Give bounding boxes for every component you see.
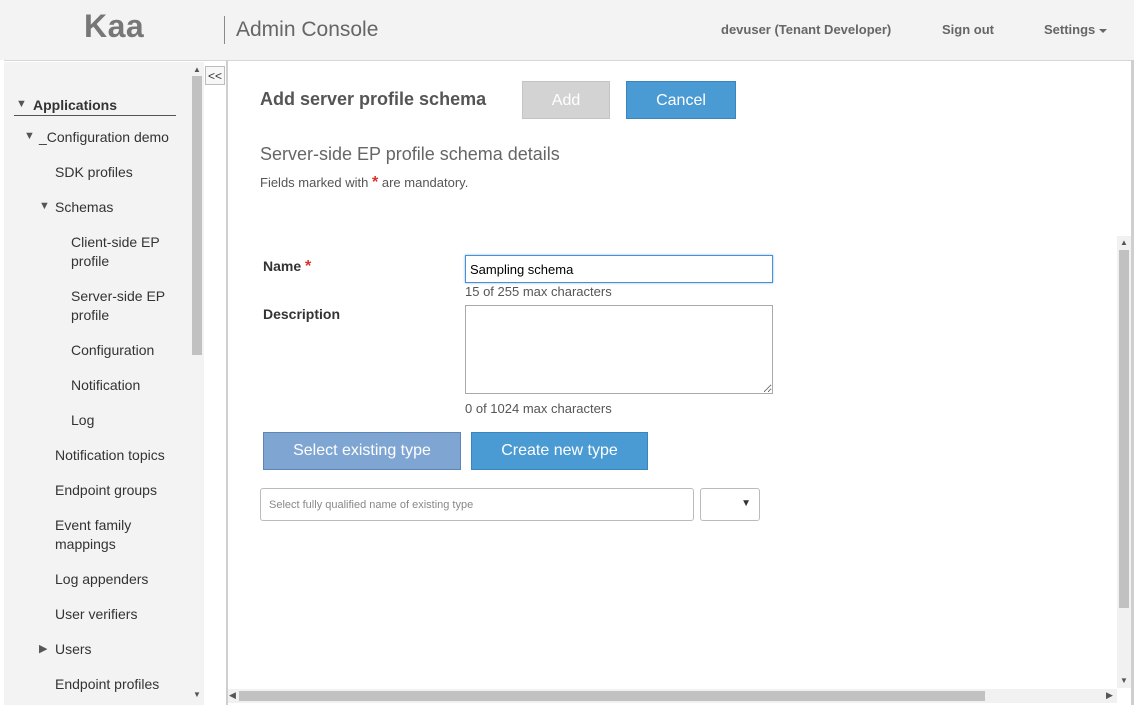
sidebar-item-app[interactable]: _Configuration demo [39,128,169,147]
scroll-up-icon[interactable]: ▲ [192,65,202,74]
name-input[interactable] [465,255,773,283]
sidebar-item-configuration[interactable]: Configuration [71,341,154,360]
sidebar-item-endpoint-profiles[interactable]: Endpoint profiles [55,675,159,694]
sidebar-item-label: mappings [55,536,116,552]
mandatory-suffix: are mandatory. [381,175,469,190]
sidebar-item-label: Event family [55,517,132,533]
top-header: Kaa Admin Console devuser (Tenant Develo… [0,0,1134,61]
expanded-triangle-icon[interactable]: ▼ [16,98,27,110]
required-star: * [305,258,312,275]
kaa-logo[interactable]: Kaa [84,8,144,45]
mandatory-prefix: Fields marked with [260,175,369,190]
sidebar-item-schemas[interactable]: Schemas [55,198,113,217]
sidebar-item-notification-topics[interactable]: Notification topics [55,446,165,465]
panel-divider [226,60,228,705]
required-star: * [372,174,379,191]
sidebar-item-event-family-mappings[interactable]: Event family mappings [55,516,131,554]
scroll-down-icon[interactable]: ▼ [192,690,202,699]
settings-label: Settings [1044,22,1096,37]
sidebar-item-sdk-profiles[interactable]: SDK profiles [55,163,133,182]
collapsed-triangle-icon[interactable]: ▶ [39,642,47,655]
sidebar-item-applications[interactable]: Applications [33,96,117,115]
section-title: Server-side EP profile schema details [260,144,560,164]
mandatory-note: Fields marked with * are mandatory. [260,174,468,192]
sign-out-link[interactable]: Sign out [942,22,994,37]
main-vertical-scrollbar-thumb[interactable] [1119,250,1129,608]
description-char-counter: 0 of 1024 max characters [465,401,612,416]
sidebar-item-log-appenders[interactable]: Log appenders [55,570,148,589]
scroll-down-icon[interactable]: ▼ [1119,676,1129,685]
name-label-text: Name [263,258,302,274]
sidebar-item-user-verifiers[interactable]: User verifiers [55,605,137,624]
collapse-sidebar-button[interactable]: << [205,66,225,85]
applications-underline [14,115,176,116]
sidebar-item-label: Server-side EP [71,288,166,304]
version-select[interactable]: ▼ [700,488,760,521]
description-label: Description [263,306,341,322]
existing-type-input[interactable] [260,488,694,521]
settings-menu[interactable]: Settings [1044,22,1108,37]
header-divider [224,16,225,44]
scroll-left-icon[interactable]: ◀ [229,690,236,701]
page-title: Add server profile schema [260,89,487,109]
name-char-counter: 15 of 255 max characters [465,284,612,299]
sidebar-item-notification[interactable]: Notification [71,376,140,395]
sidebar-scrollbar-thumb[interactable] [192,76,202,355]
description-textarea[interactable] [465,305,773,394]
expanded-triangle-icon[interactable]: ▼ [24,130,35,142]
add-button[interactable]: Add [522,81,610,119]
sidebar-item-label: profile [71,307,110,323]
main-horizontal-scrollbar-thumb[interactable] [239,691,985,701]
sidebar-item-log[interactable]: Log [71,411,94,430]
cancel-button[interactable]: Cancel [626,81,736,119]
sidebar-item-label: profile [71,253,110,269]
expanded-triangle-icon[interactable]: ▼ [39,200,50,212]
select-existing-type-button[interactable]: Select existing type [263,432,461,470]
dropdown-arrow-icon: ▼ [741,498,751,509]
sidebar-item-label: Client-side EP [71,234,160,250]
app-title: Admin Console [236,18,379,41]
user-menu[interactable]: devuser (Tenant Developer) [721,22,891,37]
create-new-type-button[interactable]: Create new type [471,432,648,470]
name-label: Name * [263,258,311,276]
sidebar-item-server-side-ep-profile[interactable]: Server-side EP profile [71,287,165,325]
caret-down-icon [1099,28,1108,33]
scroll-up-icon[interactable]: ▲ [1119,238,1129,247]
sidebar-item-client-side-ep-profile[interactable]: Client-side EP profile [71,233,160,271]
sidebar-item-users[interactable]: Users [55,640,92,659]
sidebar-item-endpoint-groups[interactable]: Endpoint groups [55,481,157,500]
scroll-right-icon[interactable]: ▶ [1106,690,1113,701]
